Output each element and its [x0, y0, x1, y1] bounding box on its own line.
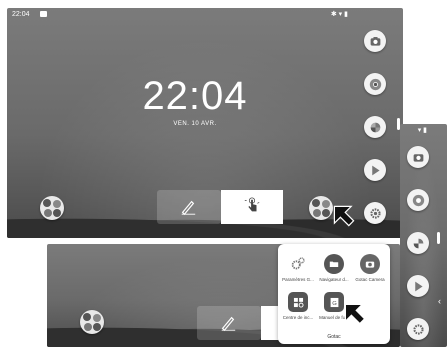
chrome-icon	[369, 78, 381, 90]
camera-icon	[360, 254, 380, 274]
app-folder-bubble-left[interactable]	[40, 196, 64, 220]
lockscreen-date: VEN. 10 AVR.	[173, 121, 217, 127]
folder-app-settings[interactable]: Paramètres G...	[281, 254, 315, 282]
folder-app-center[interactable]: Centre de inc...	[281, 292, 315, 320]
folder-icon	[324, 254, 344, 274]
app-folder-bubble-right[interactable]	[309, 196, 333, 220]
gear-icon	[412, 323, 424, 335]
folder-app-label: Gotac Camera	[355, 277, 385, 282]
photos-app-icon-right[interactable]	[407, 232, 429, 254]
gesture-tool-panel[interactable]	[221, 190, 283, 224]
status-icons: ✱ ▾ ▮	[330, 11, 348, 18]
handwriting-tool-panel-bottom	[197, 306, 261, 340]
folder-app-label: Navigateur d...	[319, 277, 349, 282]
app-folder-popup: Paramètres G... Navigateur d... Gotac Ca…	[278, 244, 390, 344]
edge-panel-handle-right[interactable]	[437, 232, 440, 244]
grid-icon	[288, 292, 308, 312]
camera-icon	[413, 153, 423, 162]
gear-icon	[369, 207, 381, 219]
pen-icon[interactable]	[219, 314, 237, 332]
status-bar-right: ▾ ▮	[400, 124, 447, 138]
handwriting-tool-panel	[157, 190, 221, 224]
status-bar: 22:04 ✱ ▾ ▮	[7, 8, 403, 22]
tablet-screen-right: ▾ ▮ ‹	[400, 124, 447, 347]
image-notification-icon	[40, 11, 47, 17]
play-store-app-icon[interactable]	[364, 159, 386, 181]
chevron-left-icon[interactable]: ‹	[438, 296, 441, 306]
status-time: 22:04	[12, 11, 30, 18]
chrome-app-icon[interactable]	[364, 73, 386, 95]
status-icons-right: ▾ ▮	[417, 127, 427, 134]
camera-app-icon-right[interactable]	[407, 146, 429, 168]
photos-app-icon[interactable]	[364, 116, 386, 138]
folder-app-label: Paramètres G...	[282, 277, 314, 282]
pinwheel-icon	[413, 238, 423, 248]
touch-gesture-icon	[244, 197, 260, 212]
settings-app-icon[interactable]	[364, 202, 386, 224]
play-store-app-icon-right[interactable]	[407, 275, 429, 297]
play-icon	[414, 281, 423, 291]
pointer-arrow-icon	[344, 303, 366, 325]
folder-app-camera[interactable]: Gotac Camera	[353, 254, 387, 282]
gear-icon	[288, 254, 308, 274]
camera-app-icon[interactable]	[364, 30, 386, 52]
app-folder-bubble-bottom[interactable]	[80, 310, 104, 334]
pen-icon[interactable]	[179, 198, 197, 216]
camera-icon	[370, 36, 380, 46]
folder-app-label: Centre de inc...	[282, 315, 314, 320]
pinwheel-icon	[370, 122, 380, 132]
chrome-icon	[412, 194, 424, 206]
settings-app-icon-right[interactable]	[407, 318, 429, 340]
lockscreen-clock: 22:04	[142, 74, 248, 118]
folder-app-browser[interactable]: Navigateur d...	[317, 254, 351, 282]
folder-name: Gotac	[327, 334, 341, 340]
chrome-app-icon-right[interactable]	[407, 189, 429, 211]
tablet-screen-top: 22:04 ✱ ▾ ▮ 22:04 VEN. 10 AVR.	[7, 8, 403, 238]
manual-icon: G	[324, 292, 344, 312]
play-icon	[371, 165, 380, 175]
svg-text:G: G	[332, 301, 337, 307]
pointer-arrow-icon	[333, 205, 355, 227]
